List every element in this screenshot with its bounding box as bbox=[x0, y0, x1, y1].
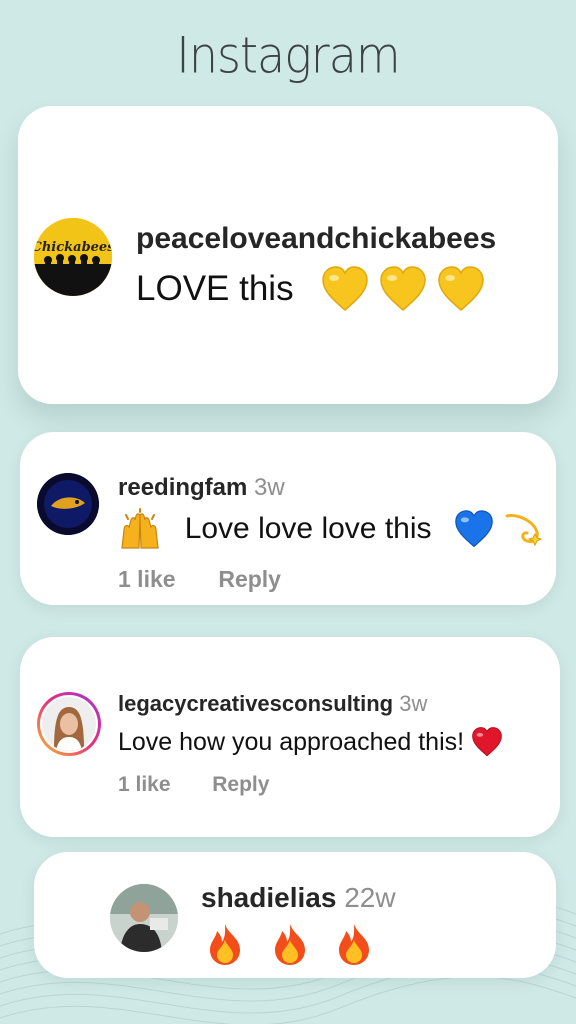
reply-button[interactable]: Reply bbox=[212, 773, 269, 797]
comment-time: 3w bbox=[254, 474, 285, 501]
comment-text: Love love love this bbox=[118, 508, 543, 550]
avatar[interactable]: Chickabees bbox=[34, 218, 112, 296]
dizzy-icon bbox=[505, 514, 542, 547]
comment-username[interactable]: reedingfam 3w bbox=[118, 474, 285, 502]
avatar-logo-text: Chickabees bbox=[34, 240, 112, 255]
comment-username[interactable]: legacycreativesconsulting 3w bbox=[118, 691, 427, 717]
avatar-image bbox=[110, 884, 178, 952]
comment-text: Love how you approached this! bbox=[118, 727, 503, 757]
comment-card: shadielias 22w bbox=[34, 852, 556, 978]
fire-icon bbox=[210, 924, 240, 965]
blue-heart-icon bbox=[455, 510, 493, 548]
yellow-heart-icon bbox=[437, 266, 484, 311]
comment-card: Chickabees peaceloveandchickabees LOVE t… bbox=[18, 106, 558, 404]
fire-icon bbox=[274, 924, 305, 965]
avatar-image bbox=[37, 473, 99, 535]
comment-time: 22w bbox=[344, 882, 396, 913]
comment-meta: 1 like Reply bbox=[118, 773, 269, 797]
avatar-image bbox=[42, 697, 96, 751]
likes-count[interactable]: 1 like bbox=[118, 773, 171, 797]
comment-text: LOVE this bbox=[136, 266, 485, 312]
comment-time: 3w bbox=[399, 691, 428, 716]
yellow-heart-icon bbox=[322, 266, 368, 311]
avatar[interactable] bbox=[110, 884, 178, 952]
likes-count[interactable]: 1 like bbox=[118, 566, 176, 593]
comment-username[interactable]: peaceloveandchickabees bbox=[136, 222, 496, 256]
page-title: Instagram bbox=[176, 25, 400, 85]
raising-hands-icon bbox=[121, 508, 159, 549]
reply-button[interactable]: Reply bbox=[218, 566, 281, 593]
fire-icon bbox=[339, 924, 370, 965]
avatar[interactable] bbox=[37, 473, 99, 535]
comment-meta: 1 like Reply bbox=[118, 566, 281, 593]
yellow-heart-icon bbox=[380, 266, 426, 311]
comment-username[interactable]: shadielias 22w bbox=[201, 882, 396, 914]
avatar[interactable] bbox=[37, 692, 101, 756]
comment-card: legacycreativesconsulting 3w Love how yo… bbox=[20, 637, 560, 837]
chickabees-logo: Chickabees bbox=[34, 218, 112, 296]
comment-card: reedingfam 3w Love love love this 1 like… bbox=[20, 432, 556, 605]
red-heart-icon bbox=[472, 727, 502, 757]
comment-text bbox=[204, 922, 375, 966]
story-page: Instagram Chickabees peaceloveandchickab… bbox=[0, 0, 576, 1024]
